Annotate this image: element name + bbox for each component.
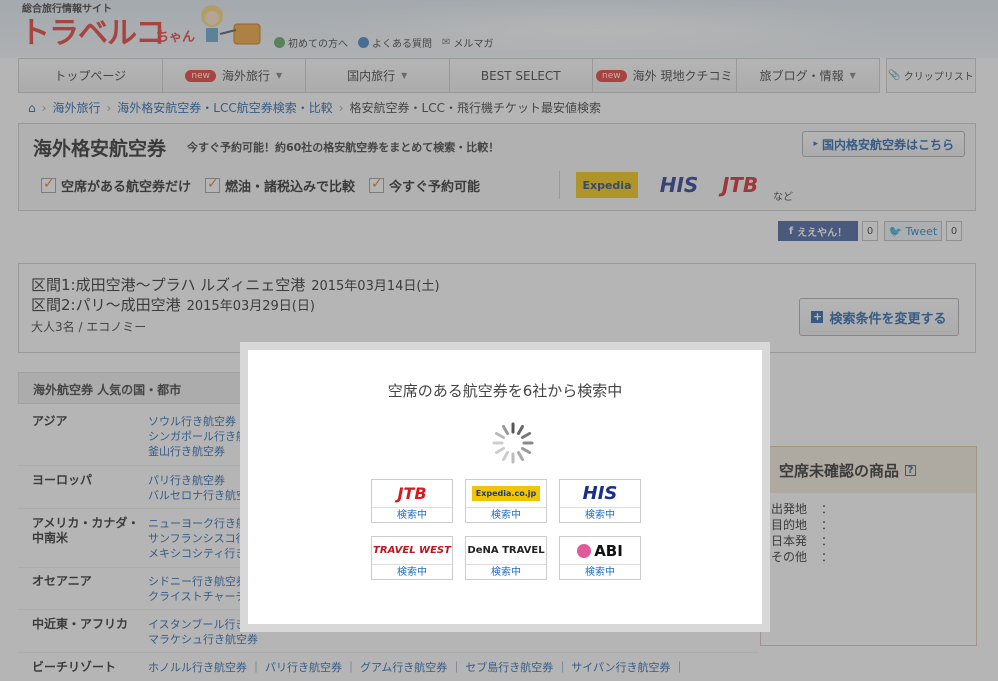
provider-status: 検索中 [397,510,427,521]
provider-status: 検索中 [491,567,521,578]
provider-tile-dena: DeNA TRAVEL 検索中 [465,536,547,580]
loading-spinner-icon [492,422,534,464]
provider-name: Expedia.co.jp [471,486,541,501]
provider-name: DeNA TRAVEL [467,545,545,556]
provider-logo: ABI [560,537,640,565]
provider-status: 検索中 [491,510,521,521]
provider-logo: DeNA TRAVEL [466,537,546,565]
provider-tile-jtb: JTB 検索中 [371,479,453,523]
provider-name: HIS [582,483,618,504]
modal-title: 空席のある航空券を6社から検索中 [387,382,623,400]
provider-tile-travelwest: TRAVEL WEST 検索中 [371,536,453,580]
abi-mascot-icon [577,543,592,558]
provider-name: TRAVEL WEST [373,545,451,556]
provider-logo: JTB [372,480,452,508]
provider-tile-abi: ABI 検索中 [559,536,641,580]
page: 総合旅行情報サイト トラベルコ ちゃん 初めての方へ よくある質問 ✉ メルマガ … [0,0,998,681]
provider-logo: Expedia.co.jp [466,480,546,508]
search-progress-modal: 空席のある航空券を6社から検索中 JTB 検索中 Expedia.co.jp 検… [240,342,770,632]
provider-tile-his: HIS 検索中 [559,479,641,523]
provider-logo: TRAVEL WEST [372,537,452,565]
provider-name: JTB [397,484,427,503]
provider-status: 検索中 [585,510,615,521]
provider-tile-expedia: Expedia.co.jp 検索中 [465,479,547,523]
provider-status: 検索中 [397,567,427,578]
provider-logo: HIS [560,480,640,508]
provider-name: ABI [594,541,623,560]
provider-status: 検索中 [585,567,615,578]
